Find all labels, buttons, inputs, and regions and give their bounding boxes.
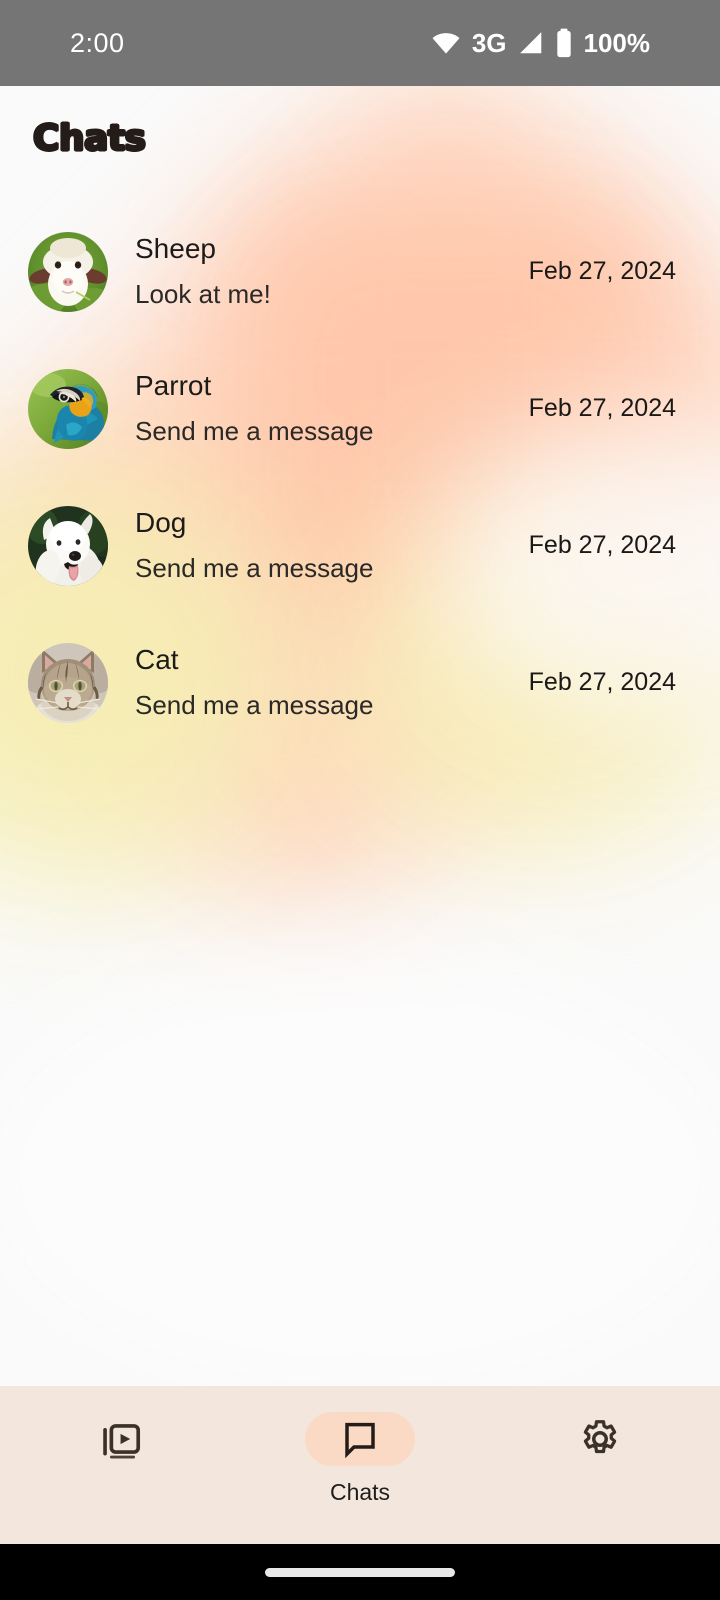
- nav-item-settings[interactable]: [480, 1386, 720, 1544]
- chat-preview-message: Send me a message: [135, 415, 374, 446]
- cat-avatar: [28, 642, 108, 723]
- row-text-block: Dog Send me a message: [135, 507, 373, 583]
- wifi-icon: [431, 28, 461, 58]
- main-content: Chats Sheep Look at me! Feb 27, 2024 Par…: [0, 86, 720, 1386]
- status-bar: 2:00 3G 100%: [0, 0, 720, 86]
- chat-preview-message: Send me a message: [135, 689, 374, 720]
- row-text-block: Cat Send me a message: [135, 644, 373, 720]
- chat-preview-message: Look at me!: [135, 278, 271, 309]
- table-row[interactable]: Parrot Send me a message Feb 27, 2024: [0, 340, 720, 477]
- status-bar-indicators: 3G 100%: [431, 28, 650, 59]
- nav-item-chats[interactable]: Chats: [240, 1386, 480, 1544]
- chat-name: Dog: [135, 507, 187, 539]
- chat-name: Parrot: [135, 370, 212, 402]
- table-row[interactable]: Dog Send me a message Feb 27, 2024: [0, 477, 720, 614]
- gear-icon[interactable]: [545, 1412, 655, 1466]
- chat-date: Feb 27, 2024: [528, 257, 676, 285]
- chat-bubble-icon[interactable]: [305, 1412, 415, 1466]
- dog-avatar: [28, 505, 108, 586]
- android-gesture-bar[interactable]: [0, 1544, 720, 1600]
- chat-date: Feb 27, 2024: [528, 394, 676, 422]
- network-type-label: 3G: [471, 27, 507, 58]
- phone-screen: 2:00 3G 100% Chats Sheep Look at me! Feb…: [0, 0, 720, 1600]
- status-bar-clock: 2:00: [70, 27, 125, 58]
- gesture-home-pill[interactable]: [265, 1567, 455, 1577]
- page-title: Chats: [33, 118, 146, 159]
- nav-item-chats-label: Chats: [329, 1479, 391, 1505]
- row-text-block: Sheep Look at me!: [135, 233, 271, 309]
- battery-percent-label: 100%: [583, 27, 651, 58]
- row-text-block: Parrot Send me a message: [135, 370, 373, 446]
- table-row[interactable]: Cat Send me a message Feb 27, 2024: [0, 614, 720, 751]
- nav-item-media[interactable]: [0, 1386, 240, 1544]
- chat-date: Feb 27, 2024: [528, 531, 676, 559]
- chat-name: Cat: [135, 644, 179, 676]
- signal-icon: [518, 30, 544, 56]
- chat-name: Sheep: [135, 233, 216, 265]
- media-slideshow-icon[interactable]: [65, 1412, 175, 1466]
- parrot-avatar: [28, 368, 108, 449]
- chat-date: Feb 27, 2024: [528, 668, 676, 696]
- table-row[interactable]: Sheep Look at me! Feb 27, 2024: [0, 203, 720, 340]
- bottom-navigation-bar: Chats: [0, 1386, 720, 1544]
- chat-preview-message: Send me a message: [135, 552, 374, 583]
- chat-list[interactable]: Sheep Look at me! Feb 27, 2024 Parrot Se…: [0, 203, 720, 751]
- battery-full-icon: [555, 28, 573, 58]
- sheep-avatar: [28, 231, 108, 312]
